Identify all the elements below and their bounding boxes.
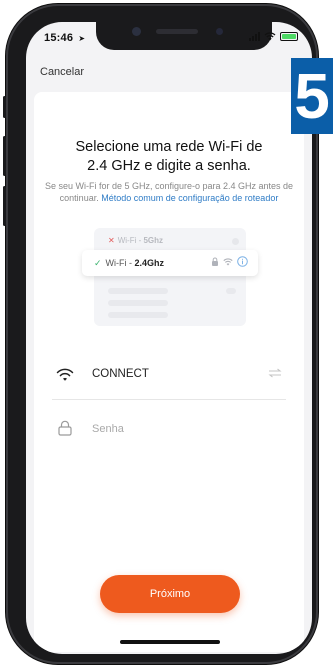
info-icon xyxy=(237,256,248,267)
row-24ghz-band: 2.4Ghz xyxy=(134,258,165,268)
password-field[interactable]: Senha xyxy=(52,418,286,454)
wifi-name-value: CONNECT xyxy=(92,368,149,380)
cross-icon: ✕ xyxy=(108,236,115,245)
row-5ghz-prefix: Wi-Fi - xyxy=(117,236,144,245)
lock-icon xyxy=(58,420,72,436)
battery-icon xyxy=(280,32,298,41)
cancel-button[interactable]: Cancelar xyxy=(40,66,84,78)
illustration-row-24ghz: ✓ Wi-Fi - 2.4Ghz xyxy=(82,250,258,276)
router-config-link[interactable]: Método comum de configuração de roteador xyxy=(101,193,278,203)
speaker-grille xyxy=(156,29,198,34)
password-placeholder: Senha xyxy=(92,423,124,435)
canvas: 15:46 ➤ Cancelar Selecione uma rede Wi-F… xyxy=(0,0,333,670)
volume-down-button xyxy=(3,186,6,226)
wifi-signal-icon xyxy=(223,258,233,265)
wifi-icon xyxy=(56,368,74,381)
next-button[interactable]: Próximo xyxy=(100,575,240,613)
check-icon: ✓ xyxy=(94,258,102,268)
placeholder-bar xyxy=(108,300,168,306)
status-time: 15:46 ➤ xyxy=(44,32,85,44)
location-arrow-icon: ➤ xyxy=(78,34,86,43)
field-divider xyxy=(52,399,286,400)
placeholder-bar xyxy=(226,288,236,294)
row-5ghz-band: 5Ghz xyxy=(143,236,164,245)
title-line-2: 2.4 GHz e digite a senha. xyxy=(87,158,251,174)
status-icons xyxy=(249,32,298,41)
status-time-text: 15:46 xyxy=(44,32,74,44)
phone-frame: 15:46 ➤ Cancelar Selecione uma rede Wi-F… xyxy=(3,4,318,664)
camera-dot xyxy=(132,27,141,36)
title-line-1: Selecione uma rede Wi-Fi de xyxy=(75,139,263,155)
switch-network-icon[interactable] xyxy=(268,368,282,378)
phone-screen: 15:46 ➤ Cancelar Selecione uma rede Wi-F… xyxy=(26,22,312,654)
step-number-badge: 5 xyxy=(291,58,333,134)
page-title: Selecione uma rede Wi-Fi de 2.4 GHz e di… xyxy=(26,138,312,176)
cellular-signal-icon xyxy=(249,32,260,41)
sensor-dot xyxy=(216,28,223,35)
placeholder-bar xyxy=(108,288,168,294)
placeholder-dot xyxy=(232,238,239,245)
wifi-illustration: ✕ Wi-Fi - 5Ghz ✓ Wi-Fi - 2.4Ghz xyxy=(82,228,258,328)
lock-icon xyxy=(212,257,218,266)
row-24ghz-prefix: Wi-Fi - xyxy=(105,258,135,268)
home-indicator[interactable] xyxy=(120,640,220,644)
illustration-row-5ghz: ✕ Wi-Fi - 5Ghz xyxy=(108,236,163,245)
volume-up-button xyxy=(3,136,6,176)
placeholder-bar xyxy=(108,312,168,318)
wifi-name-field[interactable]: CONNECT xyxy=(52,364,286,400)
notch xyxy=(96,22,272,50)
instruction-text: Se seu Wi-Fi for de 5 GHz, configure-o p… xyxy=(40,180,298,204)
wifi-status-icon xyxy=(264,32,276,41)
mute-switch xyxy=(3,96,6,118)
